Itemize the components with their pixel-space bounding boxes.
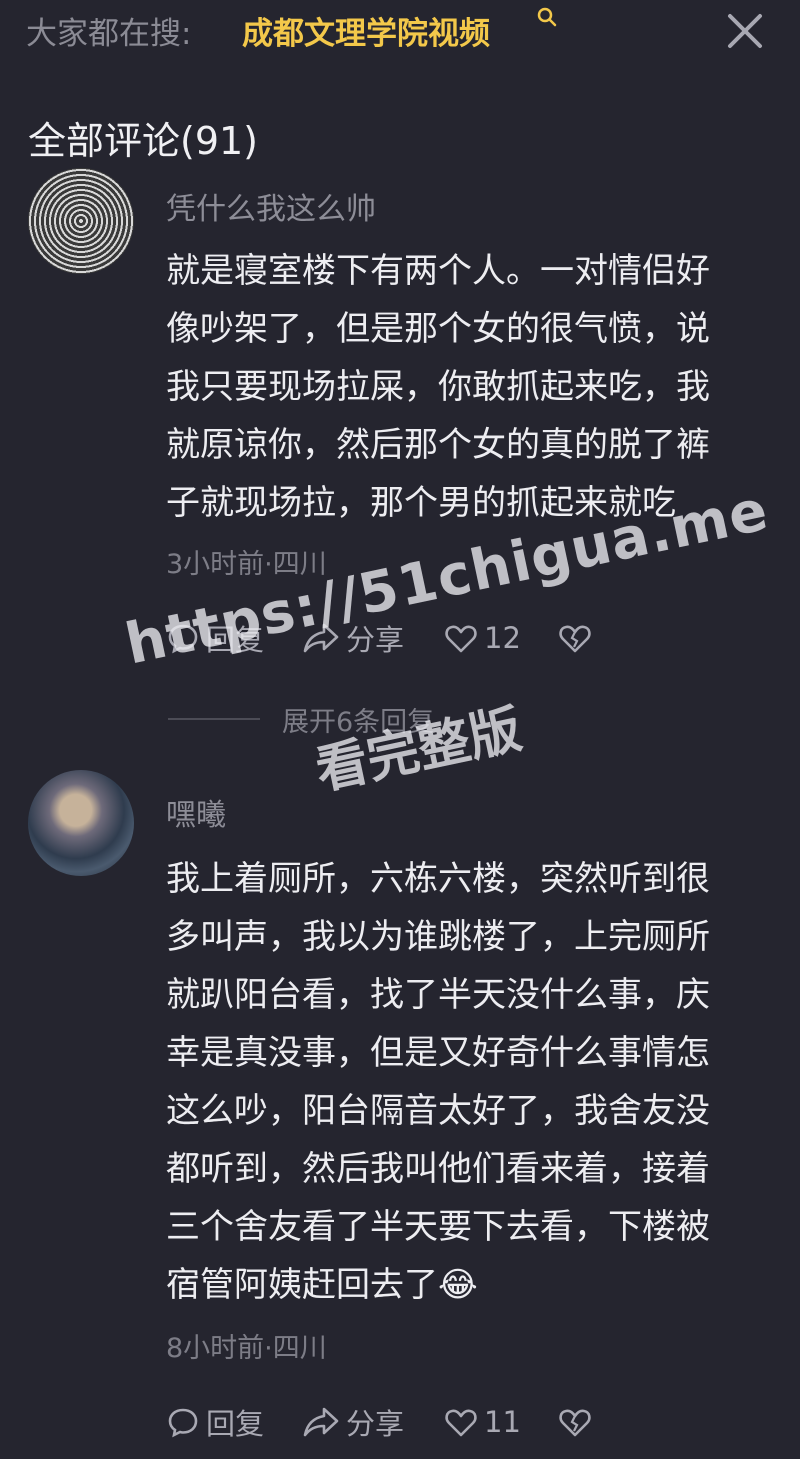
search-suggestion-bar[interactable]: 大家都在搜: 成都文理学院视频	[0, 0, 800, 58]
share-label: 分享	[346, 1407, 405, 1441]
reply-label: 回复	[206, 1407, 265, 1441]
comment-text-line: 像吵架了，但是那个女的很气愤，说	[166, 309, 710, 349]
heart-icon	[445, 625, 477, 653]
like-count: 11	[484, 1405, 521, 1439]
share-button[interactable]: 分享	[302, 1402, 404, 1442]
divider	[168, 718, 260, 720]
comment-username[interactable]: 嘿曦	[166, 790, 226, 834]
comment-text: 就是寝室楼下有两个人。一对情侣好 像吵架了，但是那个女的很气愤，说 我只要现场拉…	[166, 242, 756, 532]
comment-text-line: 就是寝室楼下有两个人。一对情侣好	[166, 251, 710, 291]
heart-icon	[445, 1409, 477, 1437]
like-button[interactable]: 12	[444, 618, 521, 658]
comments-count-title: 全部评论(91)	[28, 119, 259, 163]
comment-text-line: 就趴阳台看，找了半天没什么事，庆	[166, 975, 710, 1015]
dislike-icon	[559, 1409, 591, 1437]
comment-text-line: 幸是真没事，但是又好奇什么事情怎	[166, 1033, 710, 1073]
dislike-button[interactable]	[558, 618, 598, 658]
comment-text-line: 我只要现场拉屎，你敢抓起来吃，我	[166, 367, 710, 407]
comment-meta: 8小时前·四川	[166, 1333, 327, 1364]
comment-username[interactable]: 凭什么我这么帅	[166, 184, 376, 228]
comment-text-line: 都听到，然后我叫他们看来着，接着	[166, 1149, 710, 1189]
comment-text-line: 就原谅你，然后那个女的真的脱了裤	[166, 425, 710, 465]
close-icon[interactable]	[724, 10, 766, 52]
comment-text-line: 三个舍友看了半天要下去看，下楼被	[166, 1207, 710, 1247]
like-button[interactable]: 11	[444, 1402, 521, 1442]
comment-actions: 回复 分享 11	[166, 1402, 766, 1442]
comment-text-line: 宿管阿姨赶回去了😂	[166, 1265, 478, 1305]
reply-icon	[168, 1408, 198, 1438]
search-icon	[537, 7, 557, 27]
comment-text-line: 我上着厕所，六栋六楼，突然听到很	[166, 859, 710, 899]
comment-text-line: 多叫声，我以为谁跳楼了，上完厕所	[166, 917, 710, 957]
search-suggestion-term[interactable]: 成都文理学院视频	[242, 8, 490, 53]
like-count: 12	[484, 621, 521, 655]
dislike-icon	[559, 625, 591, 653]
comment-text-line: 这么吵，阳台隔音太好了，我舍友没	[166, 1091, 710, 1131]
search-prefix-label: 大家都在搜:	[26, 16, 192, 52]
dislike-button[interactable]	[558, 1402, 598, 1442]
avatar[interactable]	[28, 168, 134, 274]
avatar[interactable]	[28, 770, 134, 876]
share-icon	[303, 1407, 339, 1437]
comment-text: 我上着厕所，六栋六楼，突然听到很 多叫声，我以为谁跳楼了，上完厕所 就趴阳台看，…	[166, 850, 756, 1314]
reply-button[interactable]: 回复	[166, 1402, 264, 1442]
